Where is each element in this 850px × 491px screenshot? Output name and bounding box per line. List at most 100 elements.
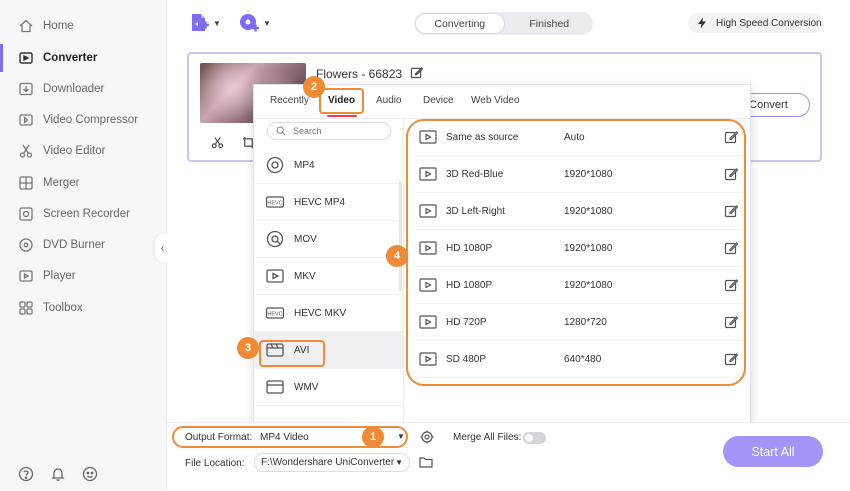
sidebar-item-label: Home [43,20,74,32]
resolution-list-highlight [406,119,746,386]
output-format-label: Output Format: [185,432,253,443]
format-label: MP4 [294,159,315,171]
merge-all-files-label: Merge All Files: [453,432,522,443]
format-item-mov[interactable]: MOV [254,221,403,258]
edit-title-icon[interactable] [410,66,424,82]
add-file-icon [192,14,209,31]
search-input[interactable] [293,126,383,136]
add-disc-button[interactable]: ▼ [238,12,271,34]
compress-icon [17,112,35,128]
sidebar-item-label: Toolbox [43,302,83,314]
format-label: HEVC MP4 [294,196,346,208]
sidebar-item-label: Video Editor [43,145,106,157]
chevron-down-icon: ▼ [263,18,271,28]
sidebar-item-home[interactable]: Home [0,12,167,40]
sidebar-item-player[interactable]: Player [0,262,167,290]
avi-format-highlight [259,340,325,367]
downloader-icon [17,81,35,97]
format-label: MKV [294,270,316,282]
sidebar-item-video-compressor[interactable]: Video Compressor [0,106,167,134]
mkv-icon [266,269,284,283]
sidebar-item-label: Downloader [43,83,105,95]
sidebar-item-toolbox[interactable]: Toolbox [0,294,167,322]
file-title: Flowers - 66823 [316,67,403,81]
output-format-select[interactable]: MP4 Video [260,432,309,443]
merge-all-files-toggle[interactable] [523,432,546,444]
active-tab-indicator [327,115,357,117]
scissors-icon [17,143,35,159]
lightning-icon [698,17,706,29]
format-item-mkv[interactable]: MKV [254,258,403,295]
trim-icon[interactable] [211,136,224,152]
format-search[interactable] [267,122,391,140]
sidebar: Home Converter Downloader Video Compress… [0,0,167,491]
high-speed-label: High Speed Conversion [716,17,822,29]
step-badge-2: 2 [303,76,325,98]
svg-text:HEVC: HEVC [267,312,282,318]
sidebar-footer [18,466,98,485]
sidebar-item-label: Merger [43,177,80,189]
file-location-select[interactable]: F:\Wondershare UniConverter ▼ [254,453,410,472]
format-list: MP4 HEVC HEVC MP4 MOV MKV HEVC HEVC MKV … [254,119,404,427]
chevron-down-icon: ▼ [395,458,403,467]
step-badge-1: 1 [362,426,384,448]
add-disc-icon [240,14,259,32]
file-title-row: Flowers - 66823 [316,66,424,82]
merger-icon [17,175,35,191]
sidebar-item-merger[interactable]: Merger [0,169,167,197]
format-item-hevc-mkv[interactable]: HEVC HEVC MKV [254,295,403,332]
sidebar-item-downloader[interactable]: Downloader [0,75,167,103]
sidebar-item-label: Converter [43,52,98,64]
collapse-sidebar-button[interactable]: ‹ [155,234,170,262]
disc-icon [17,237,35,253]
format-item-mp4[interactable]: MP4 [254,147,403,184]
step-badge-3: 3 [237,337,259,359]
tab-finished[interactable]: Finished [506,12,594,35]
format-label: WMV [294,381,319,393]
screen-recorder-icon [17,206,35,222]
format-list-scrollbar[interactable] [399,181,402,291]
sidebar-item-label: DVD Burner [43,239,105,251]
tab-web-video[interactable]: Web Video [471,95,520,106]
mov-icon [266,230,284,248]
tab-recently[interactable]: Recently [270,95,309,106]
player-icon [17,268,35,284]
format-label: MOV [294,233,317,245]
file-location-label: File Location: [185,458,245,469]
sidebar-item-video-editor[interactable]: Video Editor [0,137,167,165]
folder-icon[interactable] [419,456,433,468]
output-settings-icon[interactable] [420,430,434,444]
sidebar-item-dvd-burner[interactable]: DVD Burner [0,231,167,259]
hevc-icon: HEVC [265,196,285,208]
step-badge-4: 4 [386,245,408,267]
hevc-icon: HEVC [265,307,285,319]
notification-bell-icon[interactable] [50,466,66,485]
format-label: HEVC MKV [294,307,347,319]
wmv-icon [266,380,284,394]
thumbnail-tools [211,136,255,152]
help-icon[interactable] [18,466,34,485]
tab-audio[interactable]: Audio [376,95,402,106]
file-location-value: F:\Wondershare UniConverter [261,457,395,468]
sidebar-item-label: Screen Recorder [43,208,130,220]
video-tab-highlight [319,88,364,114]
sidebar-item-screen-recorder[interactable]: Screen Recorder [0,200,167,228]
high-speed-conversion-button[interactable]: High Speed Conversion [688,13,822,33]
conversion-status-tabs: Converting Finished [414,12,593,35]
feedback-icon[interactable] [82,466,98,485]
add-file-button[interactable]: ▼ [188,12,221,34]
chevron-down-icon: ▼ [213,18,221,28]
chevron-down-icon[interactable]: ▼ [397,432,405,441]
svg-text:HEVC: HEVC [267,201,282,207]
converter-icon [17,50,35,66]
mp4-icon [266,156,284,174]
format-item-hevc-mp4[interactable]: HEVC HEVC MP4 [254,184,403,221]
sidebar-item-label: Player [43,270,76,282]
tab-converting[interactable]: Converting [415,13,505,34]
sidebar-item-converter[interactable]: Converter [0,44,167,72]
home-icon [17,18,35,34]
tab-device[interactable]: Device [423,95,454,106]
start-all-button[interactable]: Start All [723,436,823,467]
sidebar-item-label: Video Compressor [43,114,139,126]
format-item-wmv[interactable]: WMV [254,369,403,406]
